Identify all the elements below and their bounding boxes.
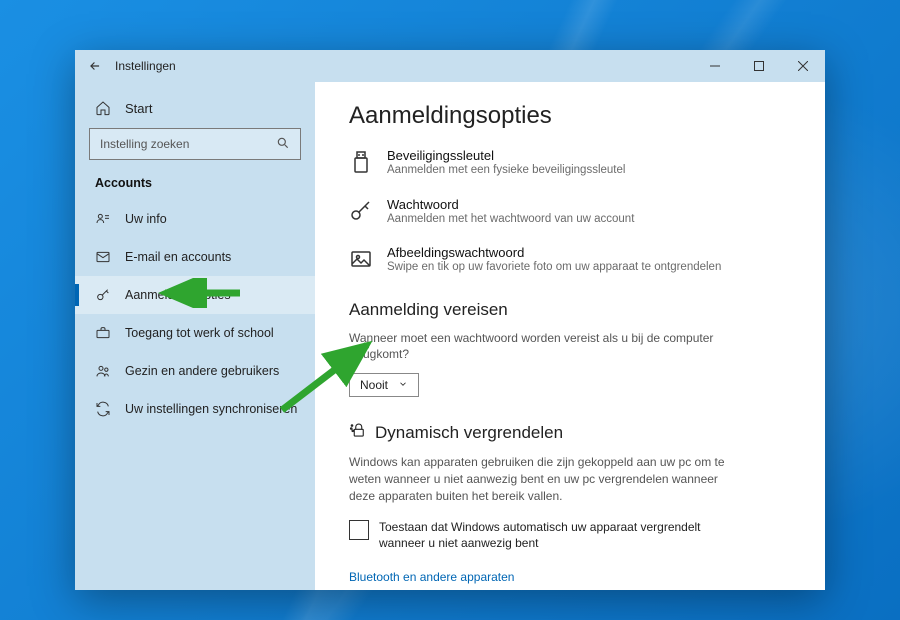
option-title: Beveiligingssleutel (387, 148, 625, 163)
option-picture-password[interactable]: Afbeeldingswachtwoord Swipe en tik op uw… (349, 245, 795, 276)
checkbox-label: Toestaan dat Windows automatisch uw appa… (379, 519, 729, 553)
option-title: Wachtwoord (387, 197, 634, 212)
chevron-down-icon (398, 378, 408, 392)
dynamic-lock-checkbox-row[interactable]: Toestaan dat Windows automatisch uw appa… (349, 519, 729, 553)
titlebar: Instellingen (75, 50, 825, 82)
home-button[interactable]: Start (75, 94, 315, 128)
sidebar: Start Instelling zoeken Accounts Uw info (75, 82, 315, 590)
sidebar-item-email[interactable]: E-mail en accounts (75, 238, 315, 276)
dynamic-lock-desc: Windows kan apparaten gebruiken die zijn… (349, 454, 729, 504)
key-icon (349, 199, 373, 223)
key-icon (95, 287, 111, 303)
sidebar-item-label: E-mail en accounts (125, 250, 231, 264)
search-input[interactable]: Instelling zoeken (89, 128, 301, 160)
option-desc: Swipe en tik op uw favoriete foto om uw … (387, 260, 721, 276)
require-signin-select[interactable]: Nooit (349, 373, 419, 397)
window-controls (693, 50, 825, 82)
option-desc: Aanmelden met het wachtwoord van uw acco… (387, 212, 634, 228)
content-area: Start Instelling zoeken Accounts Uw info (75, 82, 825, 590)
sidebar-item-your-info[interactable]: Uw info (75, 200, 315, 238)
sidebar-item-label: Gezin en andere gebruikers (125, 364, 279, 378)
option-password[interactable]: Wachtwoord Aanmelden met het wachtwoord … (349, 197, 795, 228)
home-label: Start (125, 101, 152, 116)
mail-icon (95, 249, 111, 265)
sidebar-item-signin-options[interactable]: Aanmeldingsopties (75, 276, 315, 314)
dynamic-lock-heading: Dynamisch vergrendelen (349, 421, 795, 444)
window-title: Instellingen (115, 59, 176, 73)
usb-key-icon (349, 150, 373, 174)
people-icon (95, 363, 111, 379)
require-signin-question: Wanneer moet een wachtwoord worden verei… (349, 330, 729, 364)
sidebar-item-work-school[interactable]: Toegang tot werk of school (75, 314, 315, 352)
option-security-key[interactable]: Beveiligingssleutel Aanmelden met een fy… (349, 148, 795, 179)
maximize-button[interactable] (737, 50, 781, 82)
person-card-icon (95, 211, 111, 227)
sidebar-section-header: Accounts (75, 176, 315, 200)
select-value: Nooit (360, 378, 388, 392)
picture-icon (349, 247, 373, 271)
option-title: Afbeeldingswachtwoord (387, 245, 721, 260)
briefcase-icon (95, 325, 111, 341)
page-title: Aanmeldingsopties (349, 102, 795, 130)
sidebar-item-label: Aanmeldingsopties (125, 288, 231, 302)
option-desc: Aanmelden met een fysieke beveiligingssl… (387, 163, 625, 179)
search-placeholder: Instelling zoeken (100, 137, 189, 151)
sidebar-item-label: Uw info (125, 212, 167, 226)
require-signin-heading: Aanmelding vereisen (349, 300, 795, 320)
home-icon (95, 100, 111, 116)
sidebar-item-sync[interactable]: Uw instellingen synchroniseren (75, 390, 315, 428)
search-icon (276, 136, 290, 153)
sidebar-item-label: Toegang tot werk of school (125, 326, 274, 340)
back-button[interactable] (75, 50, 115, 82)
close-button[interactable] (781, 50, 825, 82)
settings-window: Instellingen Start Instelling zoeken (75, 50, 825, 590)
sidebar-item-family[interactable]: Gezin en andere gebruikers (75, 352, 315, 390)
sync-icon (95, 401, 111, 417)
bluetooth-link[interactable]: Bluetooth en andere apparaten (349, 570, 795, 584)
sidebar-item-label: Uw instellingen synchroniseren (125, 402, 297, 416)
dynamic-lock-icon (349, 421, 367, 444)
checkbox[interactable] (349, 520, 369, 540)
minimize-button[interactable] (693, 50, 737, 82)
main-panel: Aanmeldingsopties Beveiligingssleutel Aa… (315, 82, 825, 590)
